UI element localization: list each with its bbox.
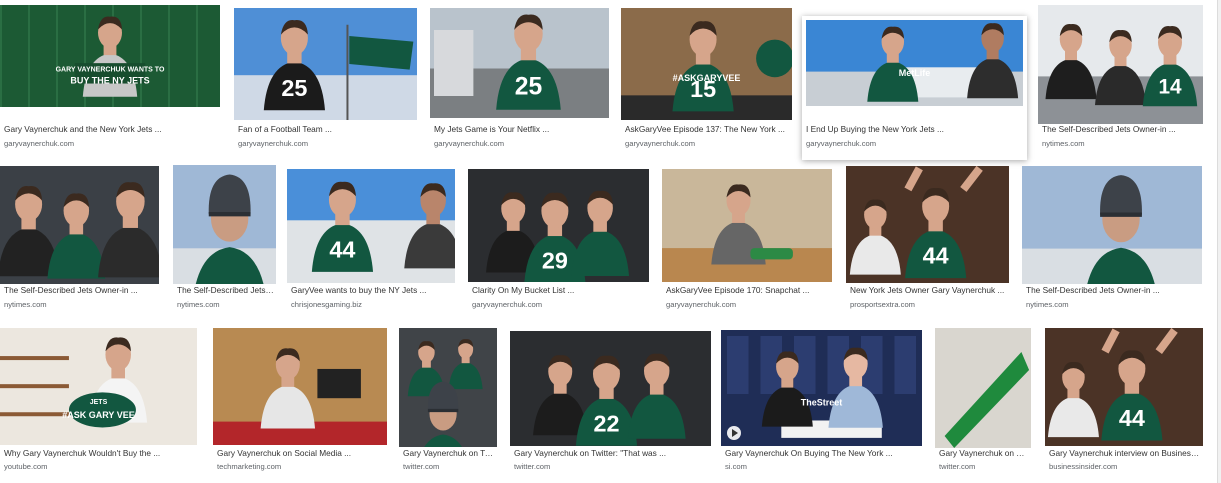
thumbnail-overlay-text: #ASKGARYVEE bbox=[673, 73, 741, 83]
thumbnail-overlay-text: #ASK GARY VEE bbox=[62, 410, 135, 420]
svg-text:44: 44 bbox=[923, 243, 949, 269]
result-thumbnail[interactable] bbox=[213, 328, 387, 445]
svg-text:25: 25 bbox=[515, 74, 543, 101]
result-thumbnail[interactable]: 25 bbox=[234, 8, 417, 120]
result-thumbnail[interactable] bbox=[0, 166, 159, 284]
image-result[interactable]: The Self-Described Jets ... nytimes.com bbox=[173, 165, 276, 317]
result-title[interactable]: My Jets Game is Your Netflix ... bbox=[434, 124, 607, 134]
svg-text:29: 29 bbox=[542, 247, 568, 273]
thumbnail-overlay-text: TheStreet bbox=[801, 397, 843, 407]
result-title[interactable]: Gary Vaynerchuk on Tw... bbox=[939, 448, 1029, 458]
result-thumbnail[interactable]: 25 bbox=[430, 8, 609, 118]
result-title[interactable]: Gary Vaynerchuk on Tw... bbox=[403, 448, 495, 458]
svg-text:44: 44 bbox=[1119, 405, 1145, 431]
result-source: twitter.com bbox=[939, 462, 976, 471]
result-thumbnail[interactable]: MetLife bbox=[806, 20, 1023, 106]
result-source: chrisjonesgaming.biz bbox=[291, 300, 362, 309]
result-source: garyvaynerchuk.com bbox=[666, 300, 737, 309]
thumbnail-overlay-text: BUY THE NY JETS bbox=[70, 76, 149, 86]
play-icon[interactable] bbox=[727, 426, 741, 440]
result-title[interactable]: Fan of a Football Team ... bbox=[238, 124, 415, 134]
image-result[interactable]: 22 Gary Vaynerchuk on Twitter: "That was … bbox=[510, 331, 711, 479]
result-title[interactable]: AskGaryVee Episode 170: Snapchat ... bbox=[666, 285, 830, 295]
result-source: garyvaynerchuk.com bbox=[434, 139, 505, 148]
result-title[interactable]: AskGaryVee Episode 137: The New York ... bbox=[625, 124, 790, 134]
result-source: prosportsextra.com bbox=[850, 300, 915, 309]
result-thumbnail[interactable] bbox=[662, 169, 832, 282]
image-result[interactable]: 14 The Self-Described Jets Owner-in ... ny… bbox=[1038, 5, 1203, 156]
scrollbar-track[interactable] bbox=[1217, 0, 1221, 483]
result-thumbnail[interactable]: JETS #ASK GARY VEE bbox=[0, 328, 197, 445]
result-thumbnail[interactable]: 15 #ASKGARYVEE bbox=[621, 8, 792, 120]
result-source: techmarketing.com bbox=[217, 462, 282, 471]
result-source: nytimes.com bbox=[177, 300, 220, 309]
result-title[interactable]: Gary Vaynerchuk interview on Business ..… bbox=[1049, 448, 1201, 458]
result-title[interactable]: The Self-Described Jets Owner-in ... bbox=[1026, 285, 1200, 295]
result-thumbnail[interactable]: 44 bbox=[1045, 328, 1203, 446]
result-title[interactable]: Why Gary Vaynerchuk Wouldn't Buy the ... bbox=[4, 448, 195, 458]
result-thumbnail[interactable]: 44 bbox=[287, 169, 455, 283]
result-thumbnail[interactable]: TheStreet bbox=[721, 330, 922, 446]
image-result[interactable]: 29 Clarity On My Bucket List ... garyvayne… bbox=[468, 169, 649, 317]
image-result[interactable]: The Self-Described Jets Owner-in ... nyti… bbox=[1022, 166, 1202, 317]
result-source: garyvaynerchuk.com bbox=[472, 300, 543, 309]
result-thumbnail[interactable] bbox=[173, 165, 276, 284]
result-source: twitter.com bbox=[514, 462, 551, 471]
svg-text:14: 14 bbox=[1158, 75, 1182, 98]
result-thumbnail[interactable]: 22 bbox=[510, 331, 711, 446]
result-source: si.com bbox=[725, 462, 747, 471]
image-result[interactable]: GARY VAYNERCHUK WANTS TO BUY THE NY JETS G… bbox=[0, 5, 220, 156]
result-source: garyvaynerchuk.com bbox=[4, 139, 75, 148]
result-thumbnail[interactable]: 29 bbox=[468, 169, 649, 282]
image-result[interactable]: JETS #ASK GARY VEE Why Gary Vaynerchuk Wou… bbox=[0, 328, 197, 479]
result-title[interactable]: The Self-Described Jets ... bbox=[177, 285, 274, 295]
image-result[interactable]: MetLife I End Up Buying the New York Jets… bbox=[802, 16, 1027, 160]
result-title[interactable]: Gary Vaynerchuk On Buying The New York .… bbox=[725, 448, 920, 458]
result-thumbnail[interactable] bbox=[935, 328, 1031, 448]
image-result[interactable]: 25 Fan of a Football Team ... garyvaynerch… bbox=[234, 8, 417, 156]
image-result[interactable]: 44 GaryVee wants to buy the NY Jets ... ch… bbox=[287, 169, 455, 317]
result-thumbnail[interactable]: GARY VAYNERCHUK WANTS TO BUY THE NY JETS bbox=[0, 5, 220, 107]
result-title[interactable]: New York Jets Owner Gary Vaynerchuk ... bbox=[850, 285, 1007, 295]
result-source: twitter.com bbox=[403, 462, 440, 471]
image-result[interactable]: Gary Vaynerchuk on Tw... twitter.com bbox=[935, 328, 1031, 479]
image-result[interactable]: The Self-Described Jets Owner-in ... nyti… bbox=[0, 166, 159, 317]
image-result[interactable]: AskGaryVee Episode 170: Snapchat ... gary… bbox=[662, 169, 832, 317]
result-source: businessinsider.com bbox=[1049, 462, 1118, 471]
result-source: garyvaynerchuk.com bbox=[238, 139, 309, 148]
result-title[interactable]: Gary Vaynerchuk and the New York Jets ..… bbox=[4, 124, 218, 134]
result-source: youtube.com bbox=[4, 462, 48, 471]
image-result[interactable]: Gary Vaynerchuk on Tw... twitter.com bbox=[399, 328, 497, 479]
result-source: nytimes.com bbox=[4, 300, 47, 309]
svg-text:22: 22 bbox=[593, 410, 619, 436]
result-source: garyvaynerchuk.com bbox=[625, 139, 696, 148]
result-thumbnail[interactable]: 44 bbox=[846, 166, 1009, 283]
result-thumbnail[interactable]: 14 bbox=[1038, 5, 1203, 124]
image-result[interactable]: 44 Gary Vaynerchuk interview on Business … bbox=[1045, 328, 1203, 479]
result-title[interactable]: I End Up Buying the New York Jets ... bbox=[806, 124, 1017, 134]
image-result[interactable]: 15 #ASKGARYVEE AskGaryVee Episode 137: The… bbox=[621, 8, 792, 156]
svg-text:44: 44 bbox=[329, 237, 355, 263]
result-title[interactable]: Gary Vaynerchuk on Social Media ... bbox=[217, 448, 385, 458]
result-title[interactable]: The Self-Described Jets Owner-in ... bbox=[1042, 124, 1201, 134]
image-result[interactable]: Gary Vaynerchuk on Social Media ... techm… bbox=[213, 328, 387, 479]
result-source: garyvaynerchuk.com bbox=[806, 139, 877, 148]
result-source: nytimes.com bbox=[1026, 300, 1069, 309]
thumbnail-overlay-text: JETS bbox=[90, 399, 108, 406]
image-result[interactable]: TheStreet Gary Vaynerchuk On Buying The N… bbox=[721, 330, 922, 479]
thumbnail-overlay-text: MetLife bbox=[899, 68, 931, 78]
result-title[interactable]: Gary Vaynerchuk on Twitter: "That was ..… bbox=[514, 448, 709, 458]
image-result[interactable]: 25 My Jets Game is Your Netflix ... garyva… bbox=[430, 8, 609, 156]
result-title[interactable]: Clarity On My Bucket List ... bbox=[472, 285, 647, 295]
result-thumbnail[interactable] bbox=[1022, 166, 1202, 284]
result-title[interactable]: GaryVee wants to buy the NY Jets ... bbox=[291, 285, 453, 295]
svg-text:25: 25 bbox=[281, 75, 307, 101]
result-thumbnail[interactable] bbox=[399, 328, 497, 447]
image-result[interactable]: 44 New York Jets Owner Gary Vaynerchuk ..… bbox=[846, 166, 1009, 317]
result-title[interactable]: The Self-Described Jets Owner-in ... bbox=[4, 285, 157, 295]
thumbnail-overlay-text: GARY VAYNERCHUK WANTS TO bbox=[56, 66, 165, 73]
result-source: nytimes.com bbox=[1042, 139, 1085, 148]
